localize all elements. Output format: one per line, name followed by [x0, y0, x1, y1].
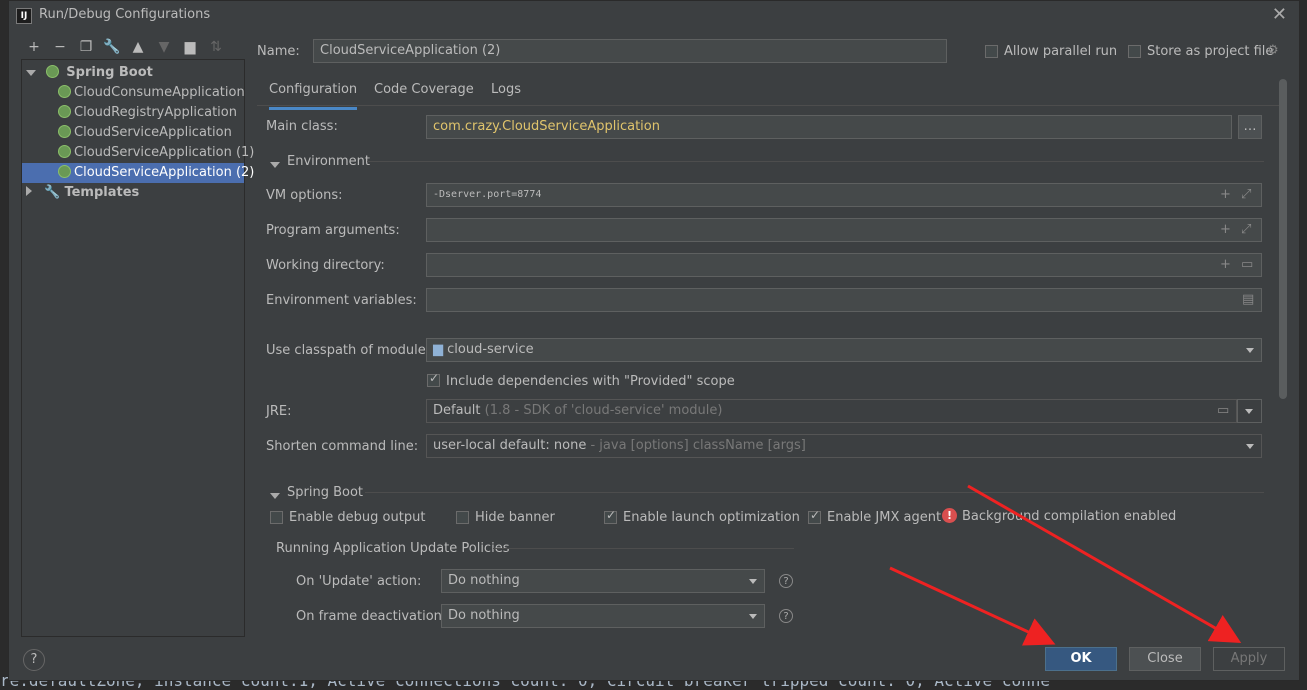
annotation-arrow-ok	[889, 566, 1056, 646]
annotation-arrows	[889, 484, 1242, 646]
annotation-arrow-apply	[967, 484, 1242, 643]
